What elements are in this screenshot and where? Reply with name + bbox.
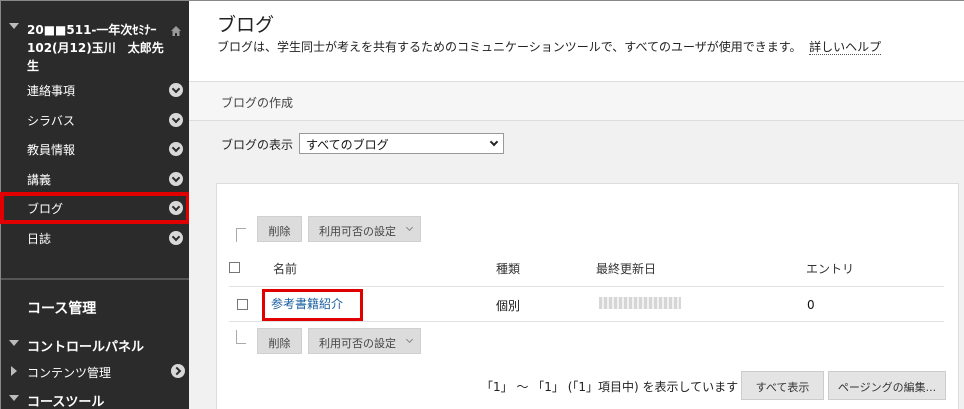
sidebar-item-label[interactable]: 連絡事項 <box>27 82 75 99</box>
control-panel-section[interactable]: コントロールパネル <box>1 332 189 356</box>
course-menu: 連絡事項 シラバス 教員情報 講義 ブログ 日誌 <box>0 75 190 253</box>
sidebar-item-label[interactable]: 講義 <box>27 171 51 188</box>
select-all-checkbox[interactable] <box>229 262 240 273</box>
help-link[interactable]: 詳しいヘルプ <box>809 40 882 55</box>
collapse-triangle-icon[interactable] <box>9 23 19 29</box>
delete-button-bottom[interactable]: 削除 <box>257 328 302 354</box>
column-header-name[interactable]: 名前 <box>273 260 297 277</box>
last-updated-redacted <box>599 297 681 309</box>
chevron-down-icon[interactable] <box>405 223 414 232</box>
availability-button-label[interactable]: 利用可否の設定 <box>309 335 406 351</box>
blog-filter-value[interactable]: すべてのブログ <box>306 136 389 153</box>
availability-button[interactable]: 利用可否の設定 <box>308 216 421 242</box>
chevron-down-icon[interactable] <box>169 171 183 186</box>
show-all-button[interactable]: すべて表示 <box>741 371 824 400</box>
delete-button-label[interactable]: 削除 <box>258 223 301 239</box>
sidebar-item-journal[interactable]: 日誌 <box>1 223 189 253</box>
column-header-entries[interactable]: エントリ <box>806 260 854 277</box>
sidebar-item-label[interactable]: 日誌 <box>27 230 51 247</box>
column-header-last-updated[interactable]: 最終更新日 <box>596 260 656 277</box>
delete-button[interactable]: 削除 <box>257 216 302 242</box>
bulk-action-arrow-icon <box>236 330 246 344</box>
sidebar-divider <box>1 278 189 280</box>
main-content: ブログ ブログは、学生同士が考えを共有するためのコミュニケーションツールで、すべ… <box>189 1 964 409</box>
content-management-label[interactable]: コンテンツ管理 <box>27 364 111 381</box>
chevron-down-icon[interactable] <box>405 335 414 344</box>
collapse-triangle-icon[interactable] <box>9 395 19 401</box>
page-description: ブログは、学生同士が考えを共有するためのコミュニケーションツールで、すべてのユー… <box>217 38 882 55</box>
table-row-divider <box>229 321 944 322</box>
description-text: ブログは、学生同士が考えを共有するためのコミュニケーションツールで、すべてのユー… <box>217 40 802 54</box>
sidebar-item-announcements[interactable]: 連絡事項 <box>1 75 189 105</box>
arrow-right-icon[interactable] <box>171 364 185 378</box>
sidebar-item-blog[interactable]: ブログ <box>0 192 190 224</box>
blog-type: 個別 <box>496 299 521 313</box>
sidebar-item-lectures[interactable]: 講義 <box>1 164 189 194</box>
sidebar-item-syllabus[interactable]: シラバス <box>1 105 189 135</box>
course-tools-section[interactable]: コースツール <box>1 387 189 409</box>
chevron-down-icon[interactable] <box>169 83 183 97</box>
expand-triangle-icon[interactable] <box>11 366 17 376</box>
delete-button-label[interactable]: 削除 <box>258 335 301 351</box>
availability-button-label[interactable]: 利用可否の設定 <box>309 223 406 239</box>
course-header[interactable]: 20■■511-一年次ｾﾐﾅｰ102(月12)玉川 太郎先生 <box>1 1 189 73</box>
column-header-type[interactable]: 種類 <box>496 260 520 277</box>
highlight-box <box>262 289 363 321</box>
control-panel-label[interactable]: コントロールパネル <box>27 336 144 355</box>
availability-button-bottom[interactable]: 利用可否の設定 <box>308 328 421 354</box>
chevron-down-icon[interactable] <box>169 142 183 156</box>
course-sidebar: 20■■511-一年次ｾﾐﾅｰ102(月12)玉川 太郎先生 連絡事項 シラバス… <box>0 1 190 409</box>
edit-paging-label[interactable]: ページングの編集... <box>829 379 945 395</box>
course-management-heading: コース管理 <box>27 301 97 317</box>
chevron-down-icon[interactable] <box>169 201 183 215</box>
course-tools-label[interactable]: コースツール <box>27 391 104 409</box>
chevron-down-icon[interactable] <box>489 137 499 147</box>
sidebar-item-label[interactable]: シラバス <box>27 112 75 129</box>
row-checkbox[interactable] <box>237 299 248 310</box>
blog-filter-label: ブログの表示 <box>221 138 294 152</box>
collapse-triangle-icon[interactable] <box>9 340 19 346</box>
paging-status: 「1」 ～ 「1」 (「1」項目中) を表示しています <box>481 380 739 394</box>
show-all-label[interactable]: すべて表示 <box>742 379 823 395</box>
content-management-item[interactable]: コンテンツ管理 <box>1 360 189 384</box>
chevron-down-icon[interactable] <box>169 230 183 245</box>
entry-count: 0 <box>807 298 815 312</box>
create-blog-button[interactable]: ブログの作成 <box>221 94 293 111</box>
sidebar-item-label[interactable]: ブログ <box>27 200 63 217</box>
course-title[interactable]: 20■■511-一年次ｾﾐﾅｰ102(月12)玉川 太郎先生 <box>27 21 173 75</box>
chevron-down-icon[interactable] <box>169 112 183 127</box>
sidebar-item-label[interactable]: 教員情報 <box>27 141 75 158</box>
home-icon[interactable] <box>170 25 182 37</box>
sidebar-item-faculty[interactable]: 教員情報 <box>1 134 189 164</box>
page-header: ブログ ブログは、学生同士が考えを共有するためのコミュニケーションツールで、すべ… <box>189 1 964 81</box>
blog-filter-select[interactable]: すべてのブログ <box>299 133 504 154</box>
edit-paging-button[interactable]: ページングの編集... <box>828 371 946 400</box>
page-title: ブログ <box>217 14 275 36</box>
table-header-divider <box>229 286 944 287</box>
action-bar: ブログの作成 <box>189 81 964 121</box>
bulk-action-arrow-icon <box>236 228 246 242</box>
